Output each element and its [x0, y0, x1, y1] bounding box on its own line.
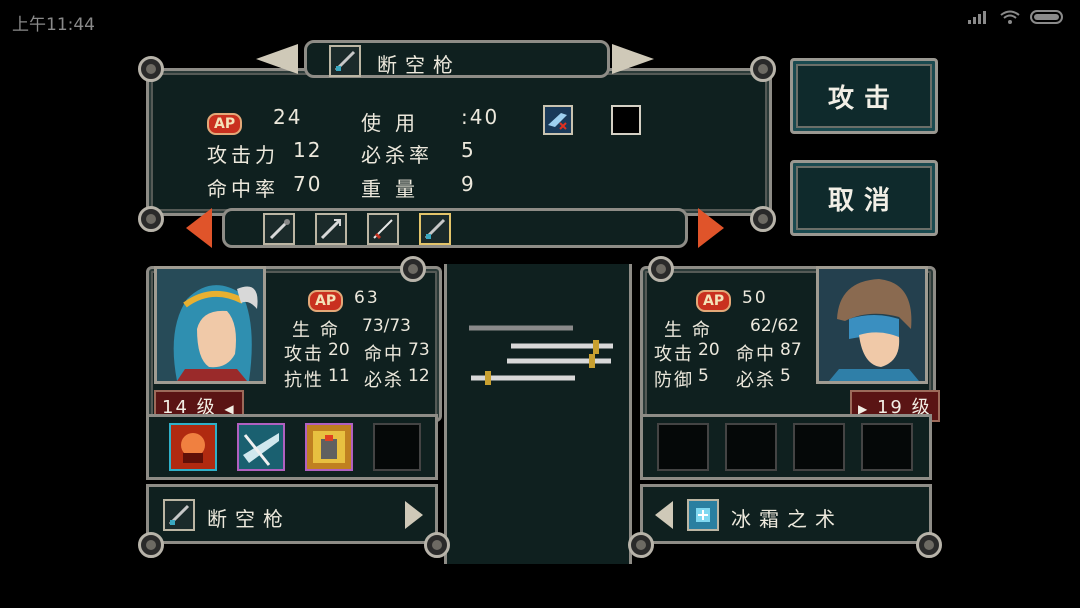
ornament-corner	[138, 532, 164, 558]
weapon-slot-3[interactable]	[367, 213, 399, 245]
ornament-corner	[750, 206, 776, 232]
enemy-atk-label: 攻击	[654, 344, 694, 365]
player-hp-value: 73/73	[362, 316, 411, 336]
weapon-info-panel: AP 24 使用 :40 攻击力 12 必杀率 5 命中率 70 重量 9	[146, 68, 772, 216]
battery-icon	[1030, 9, 1066, 29]
player-crit-label: 必杀	[364, 370, 404, 391]
enemy-skill-slot-1[interactable]	[657, 423, 709, 471]
enemy-skill-slot-4[interactable]	[861, 423, 913, 471]
enemy-hit-value: 87	[780, 340, 802, 360]
battle-preview-area	[444, 264, 632, 564]
title-right-ornament	[612, 44, 654, 74]
attack-button[interactable]: 攻击	[790, 58, 938, 134]
weapon-weight-label: 重量	[361, 177, 429, 201]
player-ap-value: 63	[354, 288, 380, 308]
weapon-title: 断空枪	[377, 53, 461, 77]
enemy-skill-slot-3[interactable]	[793, 423, 845, 471]
weapon-ap-value: 24	[273, 105, 303, 129]
weapon-attack-label: 攻击力	[207, 143, 279, 167]
enemy-hit-label: 命中	[736, 344, 776, 365]
weapon-crit-value: 5	[461, 138, 476, 162]
player-skill-slot-2[interactable]	[237, 423, 285, 471]
enemy-equip-bar: 冰霜之术	[640, 484, 932, 544]
player-skill-slot-3[interactable]	[305, 423, 353, 471]
weapon-weight-value: 9	[461, 172, 476, 196]
player-portrait	[154, 266, 266, 384]
wifi-icon	[1000, 10, 1020, 28]
enemy-hp-label: 生命	[664, 320, 720, 341]
ornament-corner	[138, 206, 164, 232]
player-equip-lance-icon	[163, 499, 195, 531]
ornament-corner	[628, 532, 654, 558]
ornament-corner	[916, 532, 942, 558]
enemy-atk-value: 20	[698, 340, 720, 360]
empty-checkbox[interactable]	[611, 105, 641, 135]
weapon-hit-label: 命中率	[207, 177, 279, 201]
player-atk-value: 20	[328, 340, 350, 360]
enemy-skill-slot-2[interactable]	[725, 423, 777, 471]
player-crit-value: 12	[408, 366, 430, 386]
enemy-skill-row	[640, 414, 932, 480]
ornament-corner	[648, 256, 674, 282]
enemy-crit-value: 5	[780, 366, 791, 386]
enemy-equip-prev-arrow[interactable]	[655, 501, 673, 529]
player-skill-slot-1[interactable]	[169, 423, 217, 471]
player-ap-badge: AP	[308, 290, 344, 312]
ornament-corner	[750, 56, 776, 82]
enemy-crit-label: 必杀	[736, 370, 776, 391]
player-hit-label: 命中	[364, 344, 404, 365]
enemy-def-label: 防御	[654, 370, 694, 391]
weapon-crit-label: 必杀率	[361, 143, 433, 167]
lance-clash-animation	[469, 325, 613, 385]
signal-icon	[968, 10, 990, 28]
player-equip-bar: 断空枪	[146, 484, 438, 544]
status-icons	[968, 9, 1066, 29]
prev-weapon-arrow[interactable]	[186, 208, 212, 248]
cancel-button[interactable]: 取消	[790, 160, 938, 236]
enemy-ap-badge: AP	[696, 290, 732, 312]
weapon-attack-value: 12	[293, 138, 323, 162]
player-res-label: 抗性	[284, 370, 324, 391]
player-hp-label: 生命	[292, 320, 348, 341]
status-time: 上午11:44	[12, 15, 95, 35]
enemy-def-value: 5	[698, 366, 709, 386]
ornament-corner	[424, 532, 450, 558]
player-equip-next-arrow[interactable]	[405, 501, 423, 529]
enemy-hp-value: 62/62	[750, 316, 799, 336]
weapon-slot-1[interactable]	[263, 213, 295, 245]
weapon-selector-bar	[222, 208, 688, 248]
enemy-ap-value: 50	[742, 288, 768, 308]
ornament-corner	[400, 256, 426, 282]
player-equip-name: 断空枪	[207, 507, 291, 531]
weapon-hit-value: 70	[293, 172, 323, 196]
player-skill-row	[146, 414, 438, 480]
status-bar: 上午11:44	[0, 0, 1080, 40]
player-skill-slot-4[interactable]	[373, 423, 421, 471]
player-atk-label: 攻击	[284, 344, 324, 365]
weapon-slot-2[interactable]	[315, 213, 347, 245]
ornament-corner	[138, 56, 164, 82]
weapon-slot-4-selected[interactable]	[419, 213, 451, 245]
wing-boots-icon	[543, 105, 573, 135]
enemy-portrait	[816, 266, 928, 384]
weapon-use-value: :40	[461, 105, 500, 129]
enemy-equip-name: 冰霜之术	[731, 507, 843, 531]
frost-spell-icon	[687, 499, 719, 531]
weapon-ap-badge: AP	[207, 113, 243, 135]
weapon-use-label: 使用	[361, 111, 429, 135]
lance-icon	[329, 45, 361, 77]
weapon-title-bar: 断空枪	[304, 40, 610, 78]
player-res-value: 11	[328, 366, 350, 386]
next-weapon-arrow[interactable]	[698, 208, 724, 248]
player-hit-value: 73	[408, 340, 430, 360]
title-left-ornament	[256, 44, 298, 74]
